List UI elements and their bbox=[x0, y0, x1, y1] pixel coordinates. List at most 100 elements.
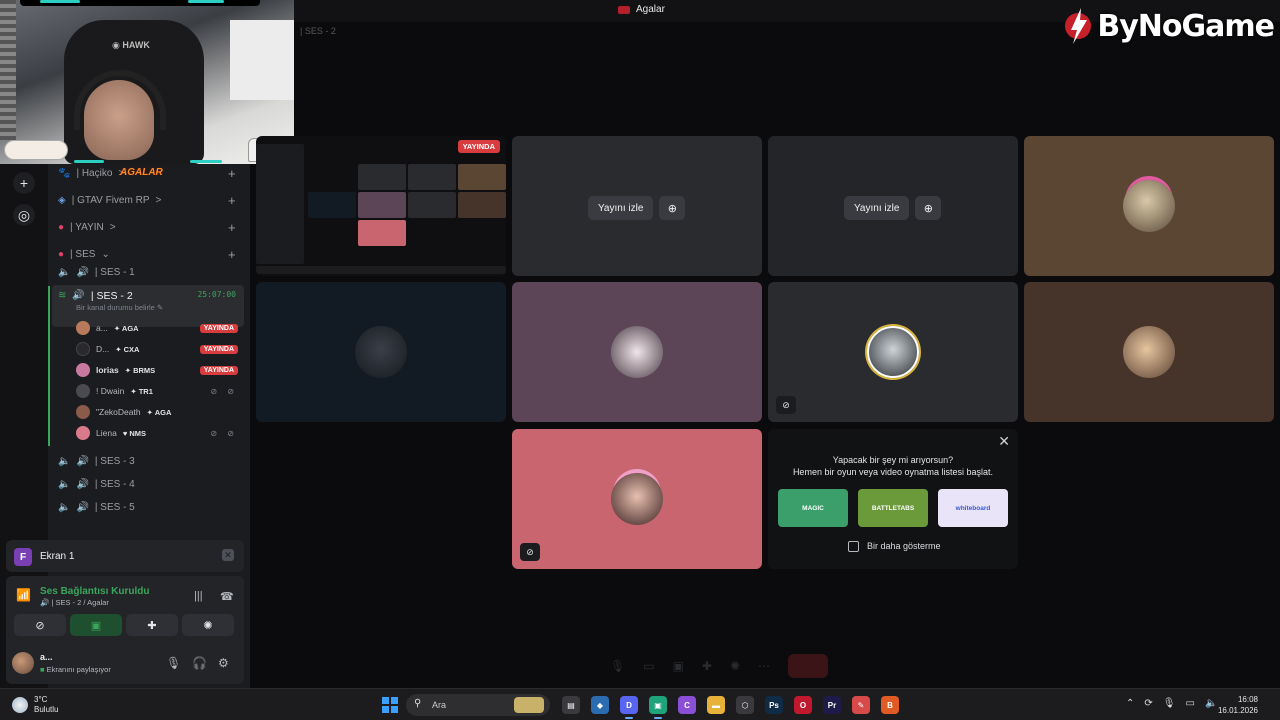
voice-member[interactable]: D... ✦ CXA YAYINDA bbox=[76, 341, 240, 357]
channel-timer: 25:07:00 bbox=[197, 290, 236, 299]
watch-preview-button[interactable]: ⊕ bbox=[659, 196, 686, 220]
stream-tile[interactable]: Yayını izle ⊕ bbox=[768, 136, 1018, 276]
watch-stream-button[interactable]: Yayını izle bbox=[844, 196, 910, 220]
camera-icon[interactable]: ▭ bbox=[643, 659, 654, 673]
taskbar-app-icon[interactable]: ⬡ bbox=[736, 696, 754, 714]
watch-preview-button[interactable]: ⊕ bbox=[915, 196, 942, 220]
channel-status[interactable]: Bir kanal durumu belirle ✎ bbox=[76, 303, 163, 312]
voice-member[interactable]: ! Dwain ✦ TR1 ⊘ ⊘ bbox=[76, 383, 240, 399]
leave-call-button[interactable] bbox=[788, 654, 829, 678]
preview-cell bbox=[458, 164, 506, 190]
gear-icon[interactable]: ⚙ bbox=[218, 656, 229, 670]
volume-icon[interactable]: 🔈 bbox=[1205, 698, 1217, 709]
microphone-icon[interactable]: 🎙 bbox=[166, 656, 181, 670]
voice-channel-ses-1[interactable]: 🔈 🔊 | SES - 1 bbox=[58, 267, 135, 278]
voice-channel-ses-3[interactable]: 🔈 🔊 | SES - 3 bbox=[58, 456, 135, 467]
voice-channel-info[interactable]: 🔊 | SES - 2 / Agalar bbox=[40, 598, 109, 607]
participant-tile[interactable] bbox=[512, 282, 762, 422]
activity-magic[interactable]: MAGIC bbox=[778, 489, 848, 527]
member-name: a... bbox=[96, 323, 108, 333]
participant-tile[interactable] bbox=[256, 282, 506, 422]
voice-channel-ses-4[interactable]: 🔈 🔊 | SES - 4 bbox=[58, 479, 135, 490]
dont-show-checkbox[interactable] bbox=[848, 541, 859, 552]
stop-share-icon[interactable]: ✕ bbox=[222, 549, 234, 561]
windows-start-icon[interactable] bbox=[382, 697, 398, 713]
taskbar-app-icon[interactable]: ▣ bbox=[649, 696, 667, 714]
channel-haciko[interactable]: 🐾 | Haçiko > + bbox=[58, 166, 236, 181]
clock[interactable]: 16:08 16.01.2026 bbox=[1218, 694, 1258, 716]
participant-tile[interactable] bbox=[1024, 136, 1274, 276]
chevron-up-icon[interactable]: ⌃ bbox=[1126, 698, 1134, 709]
activity-battletabs[interactable]: BATTLETABS bbox=[858, 489, 928, 527]
participant-tile[interactable] bbox=[1024, 282, 1274, 422]
voice-member[interactable]: "ZekoDeath ✦ AGA bbox=[76, 404, 240, 420]
add-server-icon[interactable]: + bbox=[13, 172, 35, 194]
taskbar-app-icon[interactable]: O bbox=[794, 696, 812, 714]
stream-tile[interactable]: YAYINDA bbox=[256, 136, 506, 276]
sync-icon[interactable]: ⟳ bbox=[1144, 698, 1152, 709]
voice-member[interactable]: Liena ♥ NMS ⊘ ⊘ bbox=[76, 425, 240, 441]
headphones-icon[interactable]: 🎧 bbox=[192, 656, 207, 670]
avatar bbox=[76, 321, 90, 335]
taskbar-app-icon[interactable]: D bbox=[620, 696, 638, 714]
taskbar-app-icon[interactable]: ▤ bbox=[562, 696, 580, 714]
preview-cell bbox=[308, 192, 356, 218]
overlay-accent bbox=[74, 160, 104, 163]
voice-member[interactable]: lorias ✦ BRMS YAYINDA bbox=[76, 362, 240, 378]
taskbar-app-icon[interactable]: ◆ bbox=[591, 696, 609, 714]
microphone-icon[interactable]: 🎙 bbox=[610, 659, 625, 673]
taskbar-app-icon[interactable]: C bbox=[678, 696, 696, 714]
taskbar-app-icon[interactable]: ▬ bbox=[707, 696, 725, 714]
soundboard-button[interactable]: ✺ bbox=[182, 614, 234, 636]
activities-button[interactable]: ✚ bbox=[126, 614, 178, 636]
bynogame-logo: ByNoGame bbox=[1063, 6, 1275, 46]
add-channel-icon[interactable]: + bbox=[228, 247, 236, 262]
member-name: Liena bbox=[96, 428, 117, 438]
channel-yayin[interactable]: ● | YAYIN > + bbox=[58, 220, 236, 235]
voice-channel-text: | SES - 2 / Agalar bbox=[51, 598, 109, 607]
user-name[interactable]: a... bbox=[40, 652, 53, 662]
close-icon[interactable]: ✕ bbox=[998, 433, 1010, 450]
noise-suppression-icon[interactable]: ||| bbox=[194, 590, 203, 602]
taskbar-app-icon[interactable]: Ps bbox=[765, 696, 783, 714]
add-channel-icon[interactable]: + bbox=[228, 193, 236, 208]
guild-tag-text: AGA bbox=[121, 323, 139, 333]
watch-stream-button[interactable]: Yayını izle bbox=[588, 196, 654, 220]
disconnect-icon[interactable]: ☎ bbox=[220, 590, 234, 603]
network-icon[interactable]: ▭ bbox=[1185, 698, 1194, 709]
more-icon[interactable]: ⋯ bbox=[758, 659, 770, 673]
taskbar-search[interactable]: ⚲ Ara bbox=[406, 694, 550, 716]
taskbar-app-icon[interactable]: B bbox=[881, 696, 899, 714]
channel-gtav[interactable]: ◈ | GTAV Fivem RP > + bbox=[58, 193, 236, 208]
screen-share-button[interactable]: ▣ bbox=[70, 614, 122, 636]
avatar[interactable] bbox=[12, 652, 34, 674]
preview-cell bbox=[358, 164, 406, 190]
microphone-icon[interactable]: 🎙 bbox=[1163, 698, 1176, 709]
avatar bbox=[1123, 180, 1175, 232]
activity-whiteboard[interactable]: whiteboard bbox=[938, 489, 1008, 527]
camera-off-button[interactable]: ⊘ bbox=[14, 614, 66, 636]
voice-channel-label: | SES - 2 bbox=[90, 290, 133, 302]
voice-channel-label: | SES - 5 bbox=[94, 502, 135, 513]
watch-controls: Yayını izle ⊕ bbox=[588, 196, 686, 220]
screen-share-icon[interactable]: ▣ bbox=[673, 659, 684, 673]
voice-member[interactable]: a... ✦ AGA YAYINDA bbox=[76, 320, 240, 336]
soundboard-icon[interactable]: ✺ bbox=[730, 659, 740, 673]
voice-channel-ses-5[interactable]: 🔈 🔊 | SES - 5 bbox=[58, 502, 135, 513]
stream-tile[interactable]: Yayını izle ⊕ bbox=[512, 136, 762, 276]
participant-tile[interactable]: ⊘ bbox=[512, 429, 762, 569]
participant-tile[interactable]: ⊘ bbox=[768, 282, 1018, 422]
add-channel-icon[interactable]: + bbox=[228, 166, 236, 181]
taskbar-app-icon[interactable]: Pr bbox=[823, 696, 841, 714]
add-channel-icon[interactable]: + bbox=[228, 220, 236, 235]
dont-show-label[interactable]: Bir daha gösterme bbox=[867, 541, 941, 551]
explore-icon[interactable]: ◎ bbox=[13, 204, 35, 226]
taskbar-app-icon[interactable]: ✎ bbox=[852, 696, 870, 714]
weather-widget[interactable]: 3°C Bulutlu bbox=[12, 695, 58, 715]
camera-off-icon: ⊘ bbox=[776, 396, 796, 414]
screen-share-panel[interactable]: F Ekran 1 ✕ bbox=[6, 540, 244, 572]
category-ses[interactable]: ● | SES ⌄ + bbox=[58, 247, 236, 262]
voice-status[interactable]: Ses Bağlantısı Kuruldu bbox=[40, 586, 149, 597]
activities-icon[interactable]: ✚ bbox=[702, 659, 712, 673]
speaker-icon: 🔊 bbox=[76, 456, 89, 467]
